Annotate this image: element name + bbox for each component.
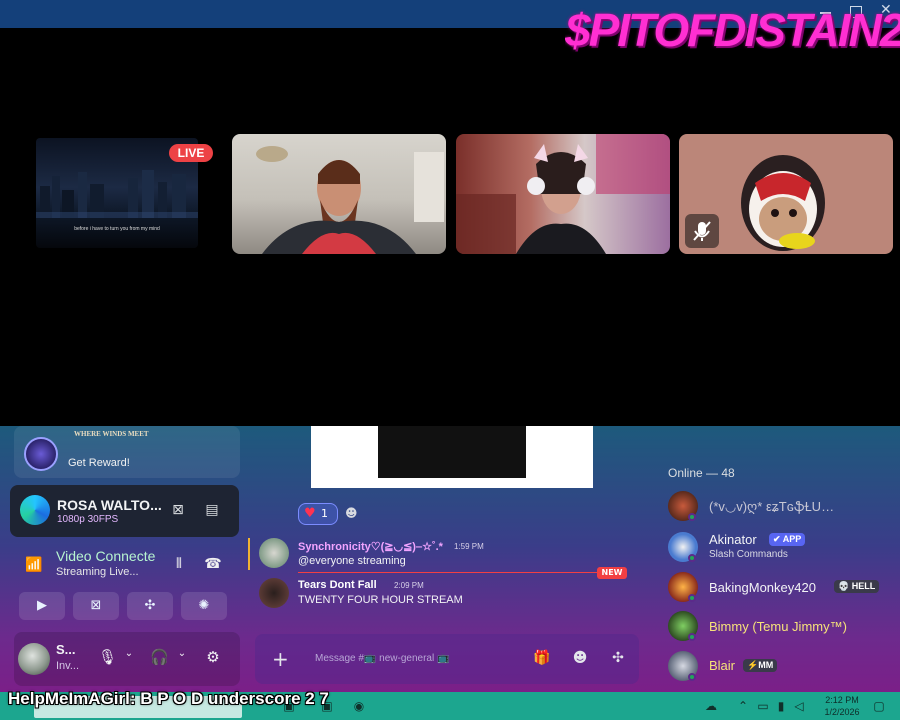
get-reward-link[interactable]: Get Reward! [68,457,130,469]
notification-icon[interactable]: ▢ [870,697,888,715]
avatar-cat-image [741,155,825,251]
obs-icon[interactable]: ◉ [350,697,368,715]
message-time: 1:59 PM [454,542,484,551]
user-name[interactable]: S... [56,642,76,657]
member-name[interactable]: (*v◡v)ღ* εʑТɢֆⱢU… [709,499,834,515]
weather-icon[interactable]: ☁ [702,697,720,715]
webcam-feed-2 [456,134,670,254]
video-tile-user-1[interactable] [232,134,446,254]
message-input[interactable]: Message #📺 new-general 📺 [315,653,449,664]
volume-icon[interactable]: ◁ [790,697,808,715]
plus-icon[interactable]: + [272,647,289,671]
member-name[interactable]: Akinator [709,532,757,547]
stream-subtitle: before i have to turn you from my mind [74,226,160,232]
message-text: TWENTY FOUR HOUR STREAM [298,594,463,606]
avatar[interactable] [259,538,289,568]
status-badge [688,513,696,521]
member-name[interactable]: Bimmy (Temu Jimmy™) [709,619,847,634]
camera-icon[interactable]: ▶ [19,592,65,620]
chevron-down-icon[interactable]: ⌄ [122,648,136,670]
video-tile-user-2[interactable] [456,134,670,254]
heart-icon: ♥ [304,506,316,521]
webcam-feed-1 [256,146,444,254]
message-time: 2:09 PM [394,581,424,590]
emoji-icon[interactable]: ☻ [571,650,589,668]
city-skyline-image [36,170,198,218]
stream-overlay-title: $PITOFDISTAIN27 [565,4,900,56]
headphones-icon[interactable]: 🎧 [150,648,169,670]
voice-status-title: Video Connected [56,548,156,564]
message-author[interactable]: Tears Dont Fall [298,579,377,591]
shirt-image [378,426,526,478]
soundboard-icon[interactable]: ⦀ [168,556,190,574]
stream-overlay-caption: HelpMeImAGirl: B P O D underscore 2 7 [8,689,329,708]
signal-icon[interactable]: 📶 [25,557,42,573]
mic-icon[interactable]: ▮ [772,697,790,715]
chat-attachment-image[interactable] [311,426,593,488]
online-header: Online — 48 [668,466,735,480]
game-logo-icon [24,437,58,471]
message-text: @everyone streaming [298,555,406,567]
user-status: Inv... [56,660,80,672]
taskbar-clock[interactable]: 2:12 PM 1/2/2026 [820,694,864,718]
mic-muted-icon [685,214,719,248]
network-icon[interactable]: ▭ [754,697,772,715]
role-tag: ⚡MM [743,659,778,672]
stream-title: ROSA WALTO... [57,497,162,513]
message-author[interactable]: Synchronicity♡(≧◡≦)‒☆˚.* [298,540,443,553]
settings-icon[interactable]: ⚙ [203,648,223,670]
stream-avatar [20,495,50,525]
promo-brand: WHERE WINDS MEET [74,430,149,438]
chevron-down-icon[interactable]: ⌄ [175,648,189,670]
live-badge: LIVE [169,144,213,162]
activity-icon[interactable]: ✣ [127,592,173,620]
member-name[interactable]: BakingMonkey420 [709,580,816,595]
effects-icon[interactable]: ✺ [181,592,227,620]
avatar[interactable] [259,578,289,608]
mention-highlight [248,538,250,570]
chevron-up-icon[interactable]: ⌃ [734,697,752,715]
screenshare-icon[interactable]: ⊠ [73,592,119,620]
voice-status-subtitle: Streaming Live... [56,566,139,578]
status-badge [688,673,696,681]
apps-icon[interactable]: ✣ [609,650,627,668]
avatar[interactable] [18,643,50,675]
member-name[interactable]: Blair [709,658,735,673]
new-badge: NEW [597,567,627,579]
clock-date: 1/2/2026 [824,707,860,717]
status-badge [688,633,696,641]
add-reaction-icon[interactable]: ☻ [345,506,361,522]
role-tag: 💀 HELL [834,580,880,593]
clock-time: 2:12 PM [825,695,859,705]
status-badge [688,594,696,602]
new-messages-divider [298,572,598,573]
popout-icon[interactable]: ▤ [202,500,222,520]
mic-icon[interactable]: 🎙 [98,648,117,670]
gift-icon[interactable]: 🎁 [533,650,551,668]
stop-stream-icon[interactable]: ⊠ [168,500,188,520]
app-tag: ✔ APP [769,533,806,546]
status-badge [688,554,696,562]
stream-quality: 1080p 30FPS [57,514,119,525]
disconnect-icon[interactable]: ☎ [202,556,224,574]
member-subtitle: Slash Commands [709,549,788,560]
